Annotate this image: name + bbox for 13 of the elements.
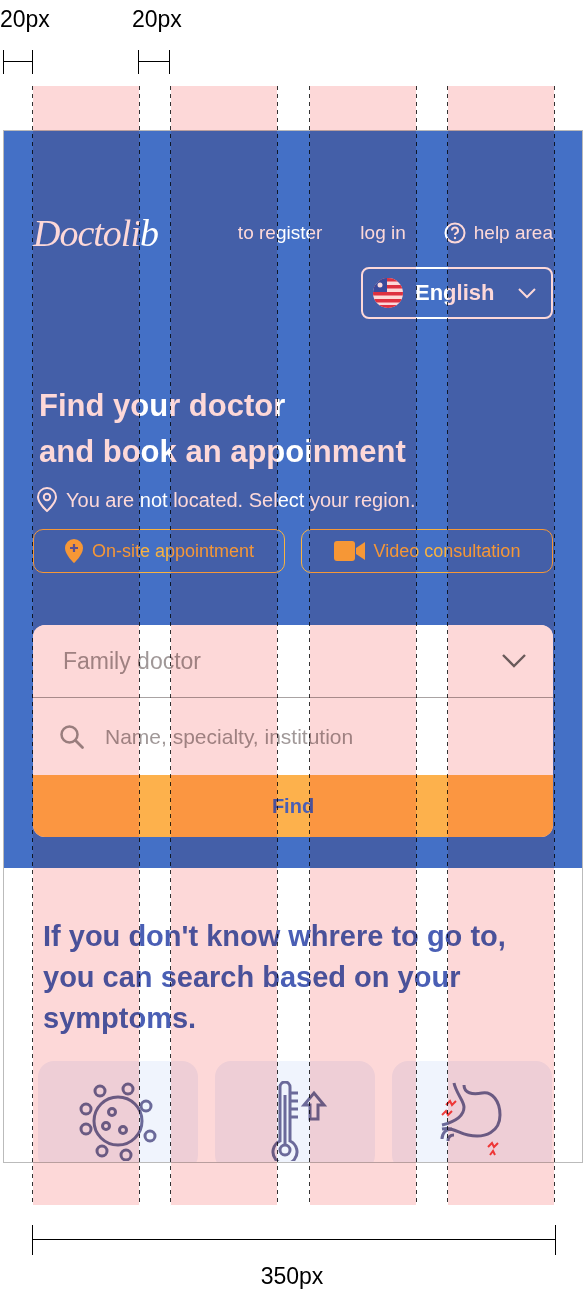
help-link[interactable]: help area: [443, 222, 553, 244]
nav-link[interactable]: to register: [237, 222, 323, 244]
measure-bracket: [138, 50, 170, 74]
logo[interactable]: Doctolib: [33, 211, 158, 255]
hero-title: Find your doctor and book an appoinment: [39, 387, 407, 471]
measure-bracket: [3, 50, 33, 74]
search-field[interactable]: Name, specialty, institution: [33, 698, 553, 775]
location-text[interactable]: You are not located. Select your region.: [66, 488, 416, 512]
symptoms-heading: If you don't know whrere to go to, you can search based on your symptoms.: [43, 919, 507, 1036]
nav-link[interactable]: log in: [360, 222, 406, 244]
gutter-label: 20px: [0, 6, 50, 33]
width-label: 350px: [259, 1263, 325, 1290]
gutter-label: 20px: [132, 6, 182, 33]
